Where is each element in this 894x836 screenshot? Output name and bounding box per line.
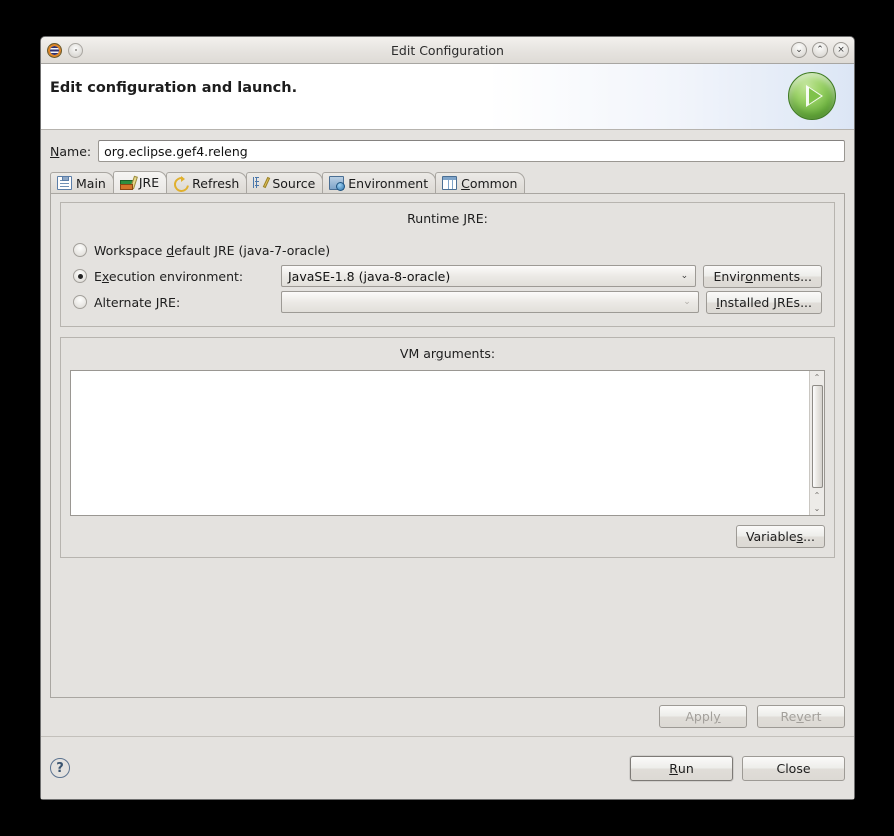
alternate-jre-radio[interactable]: [73, 295, 87, 309]
tab-source-label: Source: [272, 175, 316, 191]
titlebar-controls: ⌄ ⌃ ×: [791, 42, 849, 58]
window-title: Edit Configuration: [391, 42, 504, 58]
jre-tab-panel: Runtime JRE: Workspace default JRE (java…: [50, 193, 845, 698]
vm-arguments-title: VM arguments:: [399, 346, 496, 361]
execution-environment-combo[interactable]: JavaSE-1.8 (java-8-oracle) ⌄: [281, 265, 697, 287]
common-table-icon: [442, 176, 458, 190]
titlebar-left-icons: [47, 42, 83, 58]
tab-jre[interactable]: JRE: [112, 171, 168, 193]
workspace-default-jre-row[interactable]: Workspace default JRE (java-7-oracle): [73, 237, 822, 263]
help-icon[interactable]: ?: [50, 758, 70, 778]
vm-arguments-input[interactable]: [71, 371, 809, 515]
tab-source[interactable]: Source: [246, 172, 324, 193]
workspace-default-jre-label: Workspace default JRE (java-7-oracle): [94, 242, 331, 258]
tab-common[interactable]: Common: [435, 172, 526, 193]
page-title: Edit configuration and launch.: [50, 80, 298, 96]
minimize-icon[interactable]: ⌄: [791, 42, 807, 58]
tab-main-label: Main: [76, 175, 106, 191]
vm-arguments-scrollbar[interactable]: ⌃ ⌃ ⌄: [809, 371, 824, 515]
tab-environment-label: Environment: [348, 175, 429, 191]
footer-buttons: Run Close: [630, 755, 845, 781]
execution-environment-radio[interactable]: [73, 269, 87, 283]
scrollbar-thumb[interactable]: [811, 385, 823, 488]
tab-jre-label: JRE: [138, 175, 160, 190]
tab-common-label: Common: [461, 175, 518, 191]
close-icon[interactable]: ×: [833, 42, 849, 58]
name-label: Name:: [50, 143, 92, 159]
window-menu-icon[interactable]: [68, 42, 83, 58]
runtime-jre-title: Runtime JRE:: [407, 211, 488, 226]
alternate-jre-row[interactable]: Alternate JRE: ⌄ Installed JREs...: [73, 289, 822, 315]
installed-jres-button[interactable]: Installed JREs...: [706, 290, 822, 314]
variables-button[interactable]: Variable s...: [735, 525, 825, 548]
source-tree-icon: [253, 176, 271, 190]
configuration-name-value: org.eclipse.gef4.releng: [104, 143, 248, 159]
vm-arguments-group: VM arguments: ⌃ ⌃ ⌄ Variable s...: [60, 337, 835, 558]
execution-environment-value: JavaSE-1.8 (java-8-oracle): [288, 268, 451, 284]
tab-environment[interactable]: Environment: [322, 172, 437, 193]
workspace-default-jre-radio[interactable]: [73, 243, 87, 257]
main-document-icon: [57, 176, 72, 190]
scroll-up-icon[interactable]: ⌃: [810, 371, 824, 384]
maximize-icon[interactable]: ⌃: [812, 42, 828, 58]
configuration-name-input[interactable]: org.eclipse.gef4.releng: [98, 140, 845, 162]
scroll-down-icon[interactable]: ⌄: [810, 502, 824, 515]
eclipse-icon: [47, 42, 62, 58]
close-button[interactable]: Close: [742, 755, 845, 781]
alternate-jre-label: Alternate JRE:: [94, 294, 181, 310]
tab-refresh-label: Refresh: [192, 175, 240, 191]
dialog-body: Name: org.eclipse.gef4.releng Main JRE R…: [41, 130, 854, 736]
runtime-jre-group: Runtime JRE: Workspace default JRE (java…: [60, 202, 835, 327]
scroll-up-icon-bottom[interactable]: ⌃: [810, 489, 824, 502]
window-titlebar[interactable]: Edit Configuration ⌄ ⌃ ×: [41, 37, 854, 64]
tab-bar: Main JRE Refresh Source Environment Comm…: [50, 171, 845, 193]
tab-main[interactable]: Main: [50, 172, 114, 193]
apply-button[interactable]: Appl y: [659, 705, 747, 728]
dialog-footer: ? Run Close: [41, 736, 854, 799]
apply-revert-row: Appl y Re v ert: [50, 698, 845, 736]
dialog-banner: Edit configuration and launch.: [41, 64, 854, 130]
refresh-arrows-icon: [173, 176, 188, 190]
run-launch-icon: [788, 72, 836, 120]
chevron-down-icon: ⌄: [683, 297, 691, 307]
name-row: Name: org.eclipse.gef4.releng: [50, 140, 845, 162]
revert-button[interactable]: Re v ert: [757, 705, 845, 728]
environment-monitor-icon: [329, 176, 346, 191]
vm-arguments-area[interactable]: ⌃ ⌃ ⌄: [70, 370, 825, 516]
execution-environment-row[interactable]: Execution environment: JavaSE-1.8 (java-…: [73, 263, 822, 289]
edit-configuration-window: Edit Configuration ⌄ ⌃ × Edit configurat…: [40, 36, 855, 800]
alternate-jre-combo: ⌄: [281, 291, 700, 313]
variables-button-row: Variable s...: [70, 525, 825, 548]
run-button[interactable]: Run: [630, 755, 733, 781]
tab-refresh[interactable]: Refresh: [166, 172, 248, 193]
chevron-down-icon: ⌄: [680, 271, 689, 281]
environments-button[interactable]: Envir o nments...: [703, 264, 822, 288]
panel-spacer: [60, 558, 835, 689]
jre-books-icon: [119, 175, 138, 190]
execution-environment-label: Execution environment:: [94, 268, 244, 284]
